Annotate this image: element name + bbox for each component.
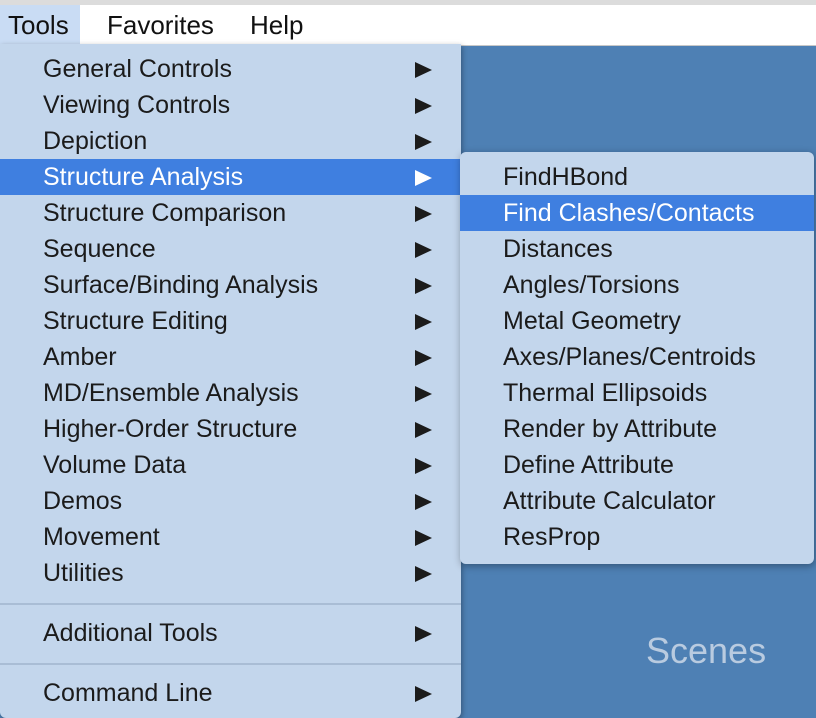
submenu-item-angles-torsions[interactable]: Angles/Torsions — [460, 267, 814, 303]
tools-menu: General Controls Viewing Controls Depict… — [0, 44, 461, 718]
submenu-item-label: ResProp — [503, 523, 601, 551]
submenu-item-label: Axes/Planes/Centroids — [503, 343, 756, 371]
menu-item-label: General Controls — [43, 55, 232, 83]
menu-item-label: Surface/Binding Analysis — [43, 271, 319, 299]
submenu-item-label: Distances — [503, 235, 613, 263]
menu-item-viewing-controls[interactable]: Viewing Controls — [0, 87, 461, 123]
submenu-item-find-clashes-contacts[interactable]: Find Clashes/Contacts — [460, 195, 814, 231]
menu-item-md-ensemble-analysis[interactable]: MD/Ensemble Analysis — [0, 375, 461, 411]
submenu-arrow-icon — [415, 170, 432, 186]
menu-item-higher-order-structure[interactable]: Higher-Order Structure — [0, 411, 461, 447]
menu-item-label: Depiction — [43, 127, 148, 155]
submenu-item-label: Thermal Ellipsoids — [503, 379, 708, 407]
menu-separator — [0, 663, 461, 665]
submenu-item-label: Find Clashes/Contacts — [503, 199, 755, 227]
submenu-arrow-icon — [415, 350, 432, 366]
menubar-tools[interactable]: Tools — [0, 5, 80, 45]
menu-item-label: Amber — [43, 343, 117, 371]
menu-item-label: Demos — [43, 487, 123, 515]
menu-item-surface-binding-analysis[interactable]: Surface/Binding Analysis — [0, 267, 461, 303]
menu-item-label: MD/Ensemble Analysis — [43, 379, 299, 407]
menu-item-volume-data[interactable]: Volume Data — [0, 447, 461, 483]
submenu-item-metal-geometry[interactable]: Metal Geometry — [460, 303, 814, 339]
screen: Tools Favorites Help Scenes General Cont… — [0, 0, 816, 718]
structure-analysis-submenu: FindHBond Find Clashes/Contacts Distance… — [460, 152, 814, 564]
submenu-arrow-icon — [415, 458, 432, 474]
menu-item-additional-tools[interactable]: Additional Tools — [0, 615, 461, 651]
submenu-item-resprop[interactable]: ResProp — [460, 519, 814, 555]
submenu-item-axes-planes-centroids[interactable]: Axes/Planes/Centroids — [460, 339, 814, 375]
submenu-item-label: Define Attribute — [503, 451, 674, 479]
menu-item-depiction[interactable]: Depiction — [0, 123, 461, 159]
menu-item-label: Structure Editing — [43, 307, 228, 335]
menu-item-label: Utilities — [43, 559, 124, 587]
menu-item-structure-editing[interactable]: Structure Editing — [0, 303, 461, 339]
menu-item-label: Structure Analysis — [43, 163, 244, 191]
submenu-arrow-icon — [415, 134, 432, 150]
menu-item-sequence[interactable]: Sequence — [0, 231, 461, 267]
submenu-arrow-icon — [415, 422, 432, 438]
menu-item-label: Higher-Order Structure — [43, 415, 298, 443]
submenu-arrow-icon — [415, 314, 432, 330]
submenu-item-thermal-ellipsoids[interactable]: Thermal Ellipsoids — [460, 375, 814, 411]
submenu-arrow-icon — [415, 686, 432, 702]
menubar-help[interactable]: Help — [242, 5, 316, 45]
menu-item-label: Structure Comparison — [43, 199, 287, 227]
menu-item-structure-analysis[interactable]: Structure Analysis — [0, 159, 461, 195]
menu-item-command-line[interactable]: Command Line — [0, 675, 461, 711]
menu-item-label: Viewing Controls — [43, 91, 231, 119]
submenu-item-render-by-attribute[interactable]: Render by Attribute — [460, 411, 814, 447]
submenu-arrow-icon — [415, 566, 432, 582]
menu-item-label: Movement — [43, 523, 160, 551]
menu-separator — [0, 603, 461, 605]
menu-item-structure-comparison[interactable]: Structure Comparison — [0, 195, 461, 231]
menu-item-amber[interactable]: Amber — [0, 339, 461, 375]
submenu-arrow-icon — [415, 494, 432, 510]
submenu-item-distances[interactable]: Distances — [460, 231, 814, 267]
submenu-item-findhbond[interactable]: FindHBond — [460, 159, 814, 195]
submenu-item-label: FindHBond — [503, 163, 629, 191]
scenes-label: Scenes — [646, 630, 767, 671]
menu-item-utilities[interactable]: Utilities — [0, 555, 461, 591]
menu-item-label: Additional Tools — [43, 619, 218, 647]
menu-item-label: Volume Data — [43, 451, 187, 479]
submenu-arrow-icon — [415, 386, 432, 402]
submenu-arrow-icon — [415, 626, 432, 642]
submenu-arrow-icon — [415, 530, 432, 546]
submenu-item-attribute-calculator[interactable]: Attribute Calculator — [460, 483, 814, 519]
menu-item-label: Sequence — [43, 235, 156, 263]
menu-item-demos[interactable]: Demos — [0, 483, 461, 519]
menu-item-general-controls[interactable]: General Controls — [0, 51, 461, 87]
menubar: Tools Favorites Help — [0, 5, 816, 46]
submenu-arrow-icon — [415, 278, 432, 294]
submenu-item-label: Render by Attribute — [503, 415, 718, 443]
submenu-item-label: Attribute Calculator — [503, 487, 716, 515]
submenu-arrow-icon — [415, 206, 432, 222]
submenu-item-label: Metal Geometry — [503, 307, 681, 335]
submenu-item-define-attribute[interactable]: Define Attribute — [460, 447, 814, 483]
submenu-arrow-icon — [415, 242, 432, 258]
menu-item-movement[interactable]: Movement — [0, 519, 461, 555]
menubar-favorites[interactable]: Favorites — [99, 5, 227, 45]
submenu-item-label: Angles/Torsions — [503, 271, 680, 299]
submenu-arrow-icon — [415, 98, 432, 114]
menu-item-label: Command Line — [43, 679, 213, 707]
submenu-arrow-icon — [415, 62, 432, 78]
